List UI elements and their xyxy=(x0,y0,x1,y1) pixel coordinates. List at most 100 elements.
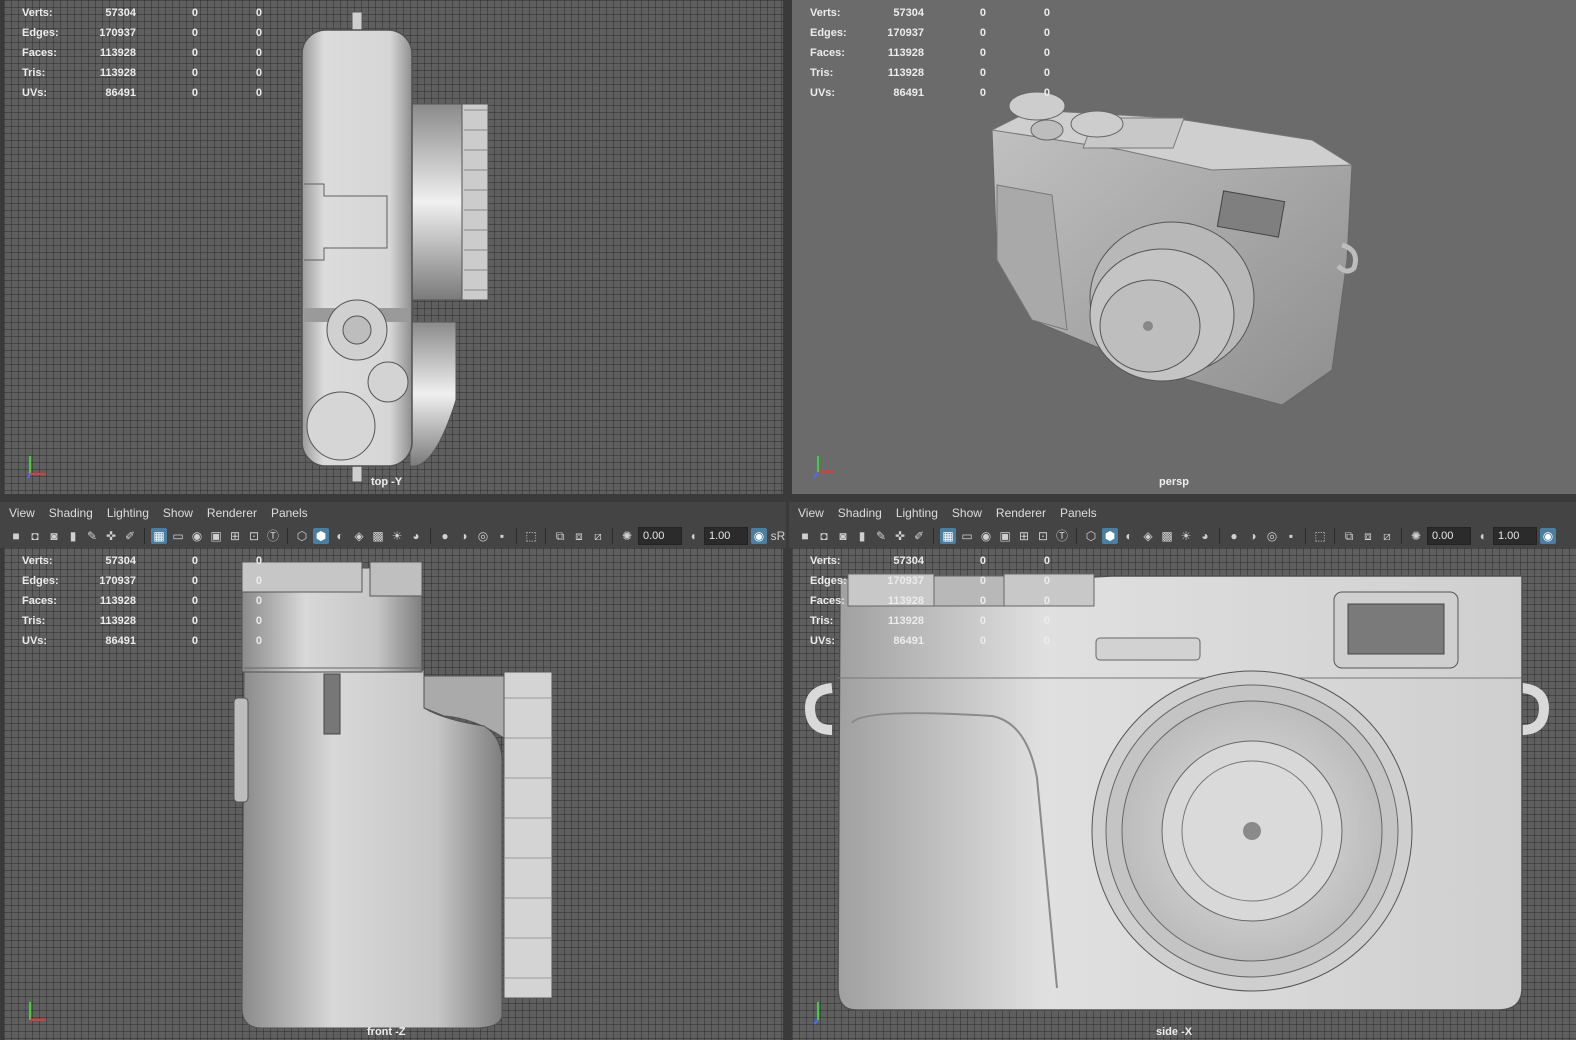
textured-icon[interactable]: ▩ xyxy=(1159,528,1175,544)
gate-mask-icon[interactable]: ▣ xyxy=(208,528,224,544)
panel-toolbar-left: ■ ◘ ◙ ▮ ✎ ✜ ✐ ▦ ▭ ◉ ▣ ⊞ ⊡ Ⓣ ⬡ ⬢ ◐ ◈ ▩ ☀ … xyxy=(0,524,786,548)
smooth-shade-icon[interactable]: ⬢ xyxy=(1102,528,1118,544)
pan-zoom-icon[interactable]: ✜ xyxy=(103,528,119,544)
poly-stats-hud: Verts: 57304 0 0 Edges: 170937 0 0 Faces: 11392… xyxy=(810,7,1050,99)
grease-pencil-icon[interactable]: ✐ xyxy=(911,528,927,544)
gamma-field[interactable]: 1.00 xyxy=(1493,527,1537,545)
default-material-icon[interactable]: ◐ xyxy=(332,528,348,544)
grease-pencil-icon[interactable]: ✐ xyxy=(122,528,138,544)
xray-icon[interactable]: ⧉ xyxy=(1341,528,1357,544)
depth-of-field-icon[interactable]: ▪ xyxy=(1283,528,1299,544)
isolate-icon[interactable]: ⬚ xyxy=(523,528,539,544)
xray-icon[interactable]: ⧉ xyxy=(552,528,568,544)
motion-blur-icon[interactable]: ◑ xyxy=(1245,528,1261,544)
exposure-icon[interactable]: ✺ xyxy=(619,528,635,544)
poly-stats-hud: Verts: 57304 0 0 Edges: 170937 0 0 Faces: 11392… xyxy=(22,555,262,647)
field-chart-icon[interactable]: ⊞ xyxy=(1016,528,1032,544)
poly-stats-hud: Verts: 57304 0 0 Edges: 170937 0 0 Faces: 11392… xyxy=(22,7,262,99)
panel-menubar-right: View Shading Lighting Show Renderer Pane… xyxy=(789,502,1576,548)
bookmark-icon[interactable]: ▮ xyxy=(854,528,870,544)
wireframe-on-shaded-icon[interactable]: ◈ xyxy=(1140,528,1156,544)
textured-icon[interactable]: ▩ xyxy=(370,528,386,544)
menu-show[interactable]: Show xyxy=(163,506,193,520)
shadows-icon[interactable]: ◕ xyxy=(408,528,424,544)
safe-title-icon[interactable]: Ⓣ xyxy=(265,528,281,544)
viewport-front[interactable]: Verts: 57304 0 0 Edges: 170937 0 0 Faces: 11392… xyxy=(4,548,783,1040)
menu-show[interactable]: Show xyxy=(952,506,982,520)
ambient-occlusion-icon[interactable]: ● xyxy=(437,528,453,544)
menu-lighting[interactable]: Lighting xyxy=(896,506,938,520)
menu-shading[interactable]: Shading xyxy=(49,506,93,520)
camera-label-top: top -Y xyxy=(371,476,403,488)
smooth-shade-icon[interactable]: ⬢ xyxy=(313,528,329,544)
viewport-top[interactable]: Verts: 57304 0 0 Edges: 170937 0 0 Faces: 11392… xyxy=(4,0,783,494)
camera-lock-icon[interactable]: ◙ xyxy=(46,528,62,544)
lighting-icon[interactable]: ☀ xyxy=(1178,528,1194,544)
panel-toolbar-right: ■ ◘ ◙ ▮ ✎ ✜ ✐ ▦ ▭ ◉ ▣ ⊞ ⊡ Ⓣ ⬡ ⬢ ◐ ◈ ▩ ☀ … xyxy=(789,524,1576,548)
resolution-gate-icon[interactable]: ◉ xyxy=(189,528,205,544)
axis-gizmo xyxy=(24,450,54,480)
film-gate-icon[interactable]: ▭ xyxy=(959,528,975,544)
viewport-side[interactable]: Verts: 57304 0 0 Edges: 170937 0 0 Faces: 11392… xyxy=(792,548,1576,1040)
exposure-field[interactable]: 0.00 xyxy=(638,527,682,545)
grid-icon[interactable]: ▦ xyxy=(940,528,956,544)
gamma-icon[interactable]: ◖ xyxy=(1474,528,1490,544)
bookmark-icon[interactable]: ▮ xyxy=(65,528,81,544)
menu-renderer[interactable]: Renderer xyxy=(207,506,257,520)
camera-label-persp: persp xyxy=(1159,476,1189,488)
camera-icon[interactable]: ■ xyxy=(8,528,24,544)
field-chart-icon[interactable]: ⊞ xyxy=(227,528,243,544)
camera-attributes-icon[interactable]: ◘ xyxy=(816,528,832,544)
menu-view[interactable]: View xyxy=(9,506,35,520)
axis-gizmo xyxy=(24,996,54,1026)
xray-components-icon[interactable]: ⧄ xyxy=(590,528,606,544)
image-plane-icon[interactable]: ✎ xyxy=(873,528,889,544)
menu-panels[interactable]: Panels xyxy=(271,506,308,520)
camera-icon[interactable]: ■ xyxy=(797,528,813,544)
color-management-icon[interactable]: ◉ xyxy=(1540,528,1556,544)
antialias-icon[interactable]: ◎ xyxy=(475,528,491,544)
wireframe-icon[interactable]: ⬡ xyxy=(294,528,310,544)
menu-lighting[interactable]: Lighting xyxy=(107,506,149,520)
menu-renderer[interactable]: Renderer xyxy=(996,506,1046,520)
grid-icon[interactable]: ▦ xyxy=(151,528,167,544)
default-material-icon[interactable]: ◐ xyxy=(1121,528,1137,544)
pan-zoom-icon[interactable]: ✜ xyxy=(892,528,908,544)
wireframe-icon[interactable]: ⬡ xyxy=(1083,528,1099,544)
ambient-occlusion-icon[interactable]: ● xyxy=(1226,528,1242,544)
menu-shading[interactable]: Shading xyxy=(838,506,882,520)
axis-gizmo xyxy=(812,450,842,480)
exposure-field[interactable]: 0.00 xyxy=(1427,527,1471,545)
isolate-icon[interactable]: ⬚ xyxy=(1312,528,1328,544)
camera-attributes-icon[interactable]: ◘ xyxy=(27,528,43,544)
gate-mask-icon[interactable]: ▣ xyxy=(997,528,1013,544)
colorspace-label[interactable]: sR xyxy=(770,528,786,544)
motion-blur-icon[interactable]: ◑ xyxy=(456,528,472,544)
shadows-icon[interactable]: ◕ xyxy=(1197,528,1213,544)
color-management-icon[interactable]: ◉ xyxy=(751,528,767,544)
camera-label-side: side -X xyxy=(1156,1026,1193,1038)
antialias-icon[interactable]: ◎ xyxy=(1264,528,1280,544)
gamma-field[interactable]: 1.00 xyxy=(704,527,748,545)
menu-view[interactable]: View xyxy=(798,506,824,520)
exposure-icon[interactable]: ✺ xyxy=(1408,528,1424,544)
menu-panels[interactable]: Panels xyxy=(1060,506,1097,520)
xray-joints-icon[interactable]: ⧈ xyxy=(571,528,587,544)
wireframe-on-shaded-icon[interactable]: ◈ xyxy=(351,528,367,544)
safe-action-icon[interactable]: ⊡ xyxy=(246,528,262,544)
image-plane-icon[interactable]: ✎ xyxy=(84,528,100,544)
axis-gizmo xyxy=(812,996,842,1026)
viewport-persp[interactable]: Verts: 57304 0 0 Edges: 170937 0 0 Faces: 11392… xyxy=(792,0,1576,494)
camera-label-front: front -Z xyxy=(367,1026,406,1038)
gamma-icon[interactable]: ◖ xyxy=(685,528,701,544)
lighting-icon[interactable]: ☀ xyxy=(389,528,405,544)
camera-lock-icon[interactable]: ◙ xyxy=(835,528,851,544)
depth-of-field-icon[interactable]: ▪ xyxy=(494,528,510,544)
film-gate-icon[interactable]: ▭ xyxy=(170,528,186,544)
resolution-gate-icon[interactable]: ◉ xyxy=(978,528,994,544)
xray-joints-icon[interactable]: ⧈ xyxy=(1360,528,1376,544)
xray-components-icon[interactable]: ⧄ xyxy=(1379,528,1395,544)
safe-title-icon[interactable]: Ⓣ xyxy=(1054,528,1070,544)
safe-action-icon[interactable]: ⊡ xyxy=(1035,528,1051,544)
panel-menubar-left: View Shading Lighting Show Renderer Pane… xyxy=(0,502,786,548)
